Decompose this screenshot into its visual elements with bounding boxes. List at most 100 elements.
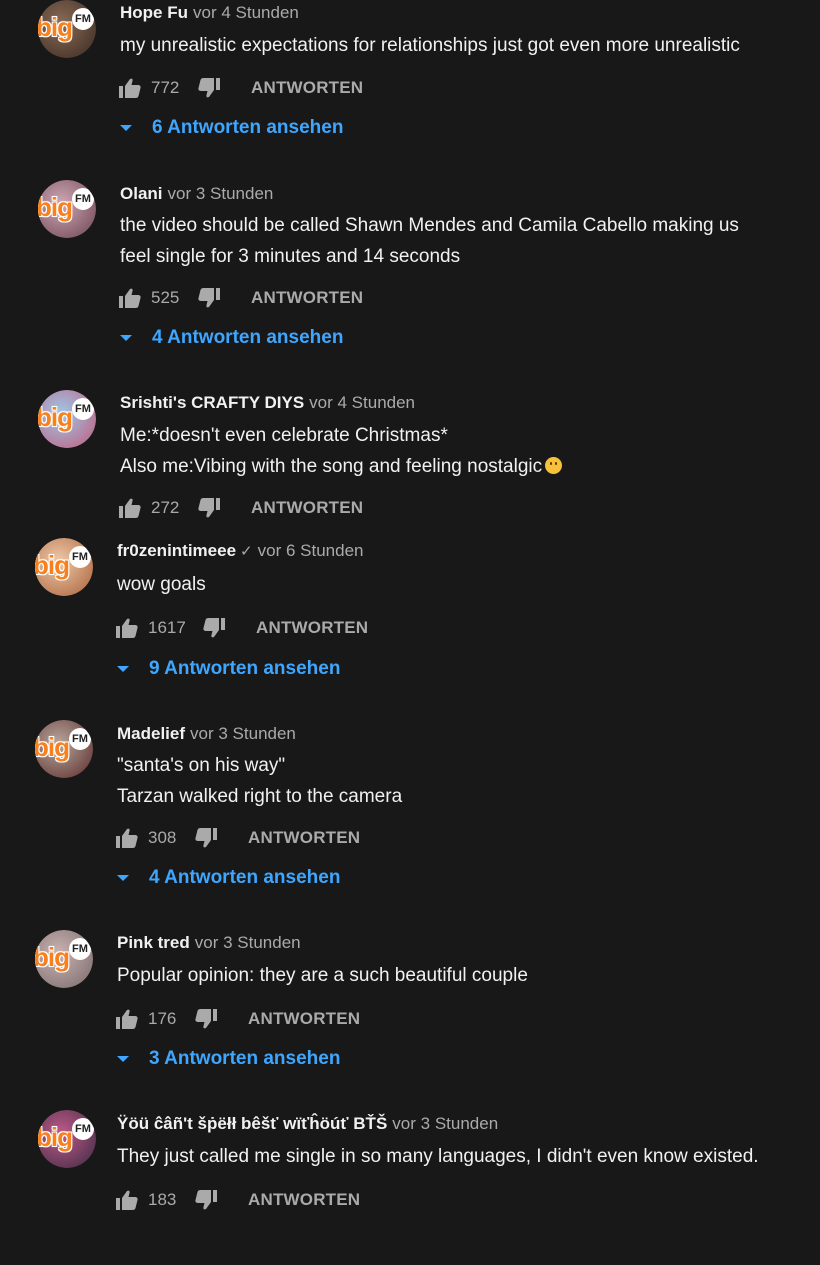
bigfm-logo-text: big: [38, 1122, 73, 1152]
author-name[interactable]: Madelief: [117, 724, 185, 743]
comment-line: Also me:Vibing with the song and feeling…: [120, 456, 543, 477]
comment-line: Me:*doesn't even celebrate Christmas*: [120, 425, 448, 446]
comment-line: "santa's on his way": [117, 755, 286, 776]
avatar[interactable]: big FM: [38, 0, 96, 58]
avatar[interactable]: big FM: [38, 390, 96, 448]
author-name[interactable]: fr0zenintimeee: [117, 541, 236, 560]
like-icon[interactable]: [118, 286, 142, 310]
avatar[interactable]: big FM: [35, 930, 93, 988]
view-replies-button[interactable]: 6 Antworten ansehen: [120, 116, 343, 140]
reply-button[interactable]: ANTWORTEN: [256, 618, 368, 638]
view-replies-label: 9 Antworten ansehen: [149, 658, 341, 679]
like-count: 1617: [148, 618, 186, 637]
dislike-icon[interactable]: [194, 1188, 218, 1212]
bigfm-fm-badge: FM: [72, 8, 94, 30]
comment-text: wow goals: [117, 569, 206, 600]
comment-line: Tarzan walked right to the camera: [117, 786, 403, 807]
author-name[interactable]: Olani: [120, 184, 163, 203]
reply-button[interactable]: ANTWORTEN: [248, 828, 360, 848]
like-count: 183: [148, 1190, 177, 1209]
like-icon[interactable]: [115, 616, 139, 640]
timestamp[interactable]: vor 4 Stunden: [309, 393, 415, 412]
timestamp[interactable]: vor 3 Stunden: [190, 724, 296, 743]
comment-header: fr0zenintimeee ✓ vor 6 Stunden: [117, 541, 363, 562]
avatar[interactable]: big FM: [35, 720, 93, 778]
caret-down-icon: [120, 335, 132, 341]
comment-text: They just called me single in so many la…: [117, 1141, 759, 1172]
timestamp[interactable]: vor 3 Stunden: [195, 933, 301, 952]
comment-actions: 183 ANTWORTEN: [115, 1188, 360, 1212]
view-replies-label: 4 Antworten ansehen: [152, 327, 344, 348]
view-replies-button[interactable]: 4 Antworten ansehen: [120, 326, 343, 350]
like-count: 308: [148, 828, 177, 847]
comment-actions: 1617 ANTWORTEN: [115, 616, 368, 640]
reply-button[interactable]: ANTWORTEN: [248, 1009, 360, 1029]
reply-button[interactable]: ANTWORTEN: [251, 78, 363, 98]
reply-button[interactable]: ANTWORTEN: [251, 498, 363, 518]
comment-line: the video should be called Shawn Mendes …: [120, 215, 739, 236]
dislike-icon[interactable]: [197, 76, 221, 100]
comment-actions: 176 ANTWORTEN: [115, 1007, 360, 1031]
bigfm-fm-badge: FM: [72, 1118, 94, 1140]
like-icon[interactable]: [118, 76, 142, 100]
comment-header: Hope Fu vor 4 Stunden: [120, 3, 299, 23]
comment-text: the video should be called Shawn Mendes …: [120, 210, 739, 272]
bigfm-fm-badge: FM: [69, 728, 91, 750]
avatar[interactable]: big FM: [35, 538, 93, 596]
comment-actions: 525 ANTWORTEN: [118, 286, 363, 310]
timestamp[interactable]: vor 6 Stunden: [258, 541, 364, 560]
bigfm-logo-text: big: [35, 732, 70, 762]
like-count: 176: [148, 1009, 177, 1028]
reply-button[interactable]: ANTWORTEN: [251, 288, 363, 308]
comment-header: Pink tred vor 3 Stunden: [117, 933, 301, 953]
comment-header: Ÿöü ĉâñ't šṗëłł bêšť wïťĥöúť BŤŠ vor 3 St…: [117, 1114, 498, 1134]
avatar[interactable]: big FM: [38, 1110, 96, 1168]
comment-actions: 772 ANTWORTEN: [118, 76, 363, 100]
like-count: 525: [151, 288, 180, 307]
bigfm-logo-text: big: [35, 942, 70, 972]
like-icon[interactable]: [115, 1007, 139, 1031]
like-icon[interactable]: [118, 496, 142, 520]
author-name[interactable]: Pink tred: [117, 933, 190, 952]
comment-header: Madelief vor 3 Stunden: [117, 724, 296, 744]
comment-line: feel single for 3 minutes and 14 seconds: [120, 246, 461, 267]
dislike-icon[interactable]: [197, 496, 221, 520]
timestamp[interactable]: vor 3 Stunden: [392, 1114, 498, 1133]
comment-line: They just called me single in so many la…: [117, 1146, 759, 1167]
view-replies-label: 6 Antworten ansehen: [152, 117, 344, 138]
author-name[interactable]: Ÿöü ĉâñ't šṗëłł bêšť wïťĥöúť BŤŠ: [117, 1114, 387, 1133]
caret-down-icon: [120, 125, 132, 131]
dislike-icon[interactable]: [194, 1007, 218, 1031]
like-icon[interactable]: [115, 826, 139, 850]
dislike-icon[interactable]: [197, 286, 221, 310]
comment-actions: 272 ANTWORTEN: [118, 496, 363, 520]
like-count: 772: [151, 78, 180, 97]
bigfm-fm-badge: FM: [69, 938, 91, 960]
comment-line: wow goals: [117, 574, 206, 595]
comment-line: Popular opinion: they are a such beautif…: [117, 965, 528, 986]
timestamp[interactable]: vor 3 Stunden: [168, 184, 274, 203]
bigfm-fm-badge: FM: [72, 188, 94, 210]
comment-line: my unrealistic expectations for relation…: [120, 35, 740, 56]
bigfm-logo-text: big: [35, 550, 70, 580]
like-icon[interactable]: [115, 1188, 139, 1212]
comment-header: Olani vor 3 Stunden: [120, 184, 273, 204]
bigfm-fm-badge: FM: [72, 398, 94, 420]
view-replies-button[interactable]: 3 Antworten ansehen: [117, 1047, 340, 1071]
avatar[interactable]: big FM: [38, 180, 96, 238]
caret-down-icon: [117, 1056, 129, 1062]
view-replies-label: 3 Antworten ansehen: [149, 1048, 341, 1069]
dislike-icon[interactable]: [194, 826, 218, 850]
author-name[interactable]: Srishti's CRAFTY DIYS: [120, 393, 304, 412]
dislike-icon[interactable]: [202, 616, 226, 640]
view-replies-label: 4 Antworten ansehen: [149, 867, 341, 888]
comment-text: Me:*doesn't even celebrate Christmas* Al…: [120, 420, 563, 482]
comment-text: my unrealistic expectations for relation…: [120, 30, 740, 61]
view-replies-button[interactable]: 4 Antworten ansehen: [117, 866, 340, 890]
comment-header: Srishti's CRAFTY DIYS vor 4 Stunden: [120, 393, 415, 413]
bigfm-logo-text: big: [38, 192, 73, 222]
view-replies-button[interactable]: 9 Antworten ansehen: [117, 657, 340, 681]
reply-button[interactable]: ANTWORTEN: [248, 1190, 360, 1210]
author-name[interactable]: Hope Fu: [120, 3, 188, 22]
timestamp[interactable]: vor 4 Stunden: [193, 3, 299, 22]
